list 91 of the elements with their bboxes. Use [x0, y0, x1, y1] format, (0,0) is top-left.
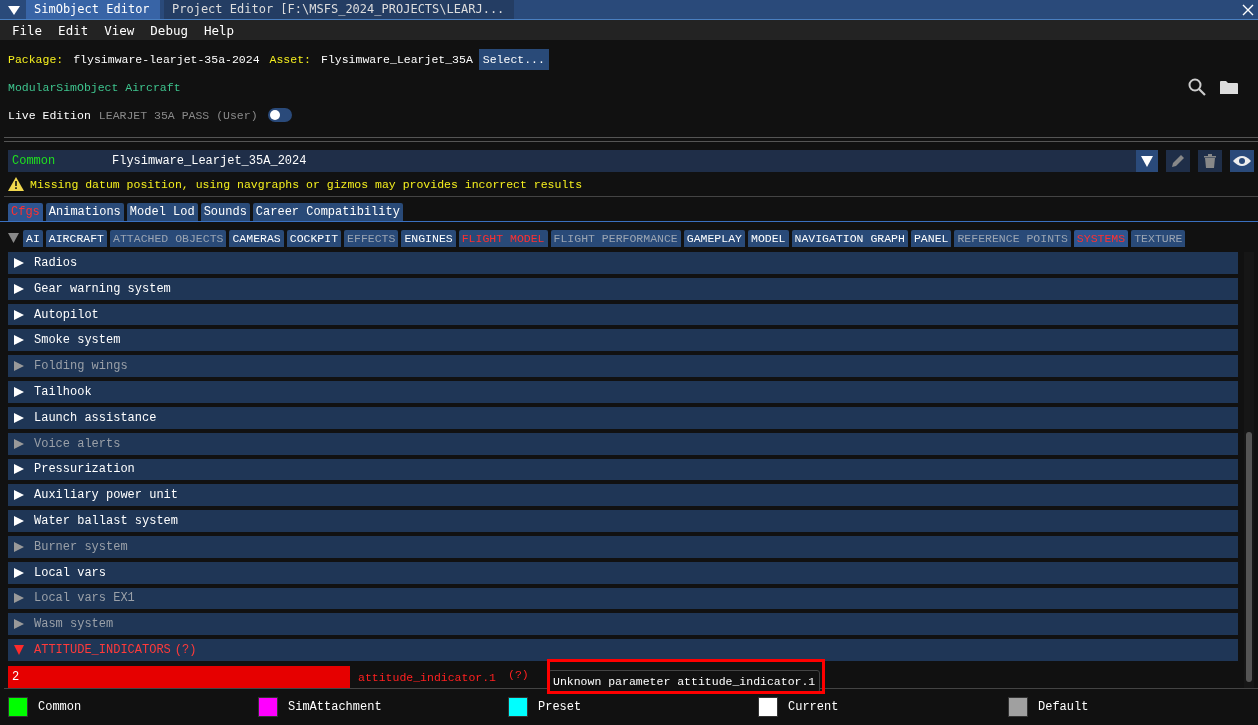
object-class: ModularSimObject Aircraft [8, 80, 181, 94]
section-header[interactable]: Local vars [8, 561, 1238, 584]
package-label: Package: [8, 52, 64, 66]
asset-name: Flysimware_Learjet_35A [321, 52, 473, 66]
play-icon [14, 438, 24, 449]
tab[interactable]: AI [23, 229, 43, 247]
legend-label: Preset [538, 700, 582, 714]
menu-item[interactable]: Help [195, 22, 243, 38]
window-tab[interactable]: SimObject Editor [26, 0, 160, 19]
menu-item[interactable]: Edit [50, 22, 97, 38]
section-header[interactable]: Folding wings [8, 355, 1238, 378]
tab[interactable]: ENGINES [401, 229, 456, 247]
asset-label: Asset: [269, 52, 311, 66]
tab[interactable]: REFERENCE POINTS [954, 229, 1071, 247]
section-header[interactable]: Local vars EX1 [8, 587, 1238, 610]
play-icon [14, 283, 24, 294]
play-icon [14, 361, 24, 372]
toggle-switch[interactable] [267, 108, 292, 122]
tab[interactable]: COCKPIT [286, 229, 342, 247]
section-header[interactable]: Smoke system [8, 329, 1238, 352]
play-icon [14, 257, 24, 268]
section-header[interactable]: Launch assistance [8, 406, 1238, 429]
menu-item[interactable]: Debug [142, 22, 196, 38]
tab[interactable]: CAMERAS [229, 229, 284, 247]
section-header[interactable]: Tailhook [8, 381, 1238, 403]
play-icon [14, 490, 24, 501]
play-icon [14, 541, 24, 552]
eye-icon [1233, 155, 1251, 167]
live-edition-label: Live Edition [8, 108, 91, 122]
layer-dropdown[interactable]: Common Flysimware_Learjet_35A_2024 [8, 150, 1158, 172]
legend-label: Common [38, 700, 82, 714]
tooltip: Unknown parameter attitude_indicator.1 [548, 670, 821, 693]
close-icon [1242, 3, 1254, 16]
search-icon [1188, 78, 1206, 96]
tab[interactable]: EFFECTS [344, 229, 399, 247]
tab[interactable]: TEXTURE [1131, 229, 1186, 247]
tab[interactable]: Sounds [200, 203, 250, 221]
trash-icon [1204, 154, 1216, 168]
folder-icon [1220, 79, 1238, 95]
package-name: flysimware-learjet-35a-2024 [73, 52, 260, 66]
caret-icon [14, 645, 24, 656]
section-header[interactable]: Radios [8, 252, 1238, 274]
legend-label: Current [788, 700, 839, 714]
section-header[interactable]: Auxiliary power unit [8, 484, 1238, 507]
visibility-button[interactable] [1230, 150, 1254, 172]
tab[interactable]: GAMEPLAY [683, 229, 745, 247]
value-field[interactable]: 2 [8, 666, 350, 688]
section-header[interactable]: Pressurization [8, 458, 1238, 481]
section-header[interactable]: Water ballast system [8, 510, 1238, 532]
play-icon [14, 335, 24, 346]
menu-item[interactable]: View [96, 22, 143, 38]
tab[interactable]: NAVIGATION GRAPH [791, 229, 908, 247]
menu-item[interactable]: File [4, 22, 51, 38]
play-icon [14, 567, 24, 578]
caret-icon [1141, 155, 1153, 167]
tab[interactable]: ATTACHED OBJECTS [110, 229, 227, 247]
tab[interactable]: Animations [45, 203, 124, 221]
window-tab[interactable]: Project Editor [F:\MSFS_2024_PROJECTS\LEARJ... [164, 0, 515, 19]
warning-icon [8, 177, 24, 191]
preset-name: LEARJET 35A PASS (User) [98, 108, 258, 122]
select-button[interactable]: Select... [478, 48, 549, 70]
caret-icon [8, 233, 19, 243]
tab[interactable]: PANEL [910, 229, 952, 247]
play-icon [14, 619, 24, 630]
section-header[interactable]: Wasm system [8, 613, 1238, 636]
section-header[interactable]: Autopilot [8, 303, 1238, 326]
play-icon [14, 593, 24, 604]
section-header[interactable]: Gear warning system [8, 277, 1238, 300]
parameter-name: attitude_indicator.1 [358, 670, 497, 684]
scrollbar-thumb[interactable] [1246, 432, 1252, 682]
tab[interactable]: FLIGHT PERFORMANCE [550, 229, 681, 247]
pencil-icon [1171, 154, 1185, 168]
warning-message: Missing datum position, using navgraphs or gizmos may provides incorrect results [30, 177, 583, 191]
play-icon [14, 309, 24, 320]
edit-button[interactable] [1166, 150, 1190, 172]
play-icon [14, 464, 24, 475]
tab[interactable]: Career Compatibility [252, 203, 403, 221]
tab[interactable]: Model Lod [126, 203, 198, 221]
caret-icon [8, 4, 20, 15]
tab[interactable]: MODEL [748, 229, 789, 247]
tab[interactable]: AIRCRAFT [45, 229, 108, 247]
section-header[interactable]: Burner system [8, 535, 1238, 558]
play-icon [14, 412, 24, 423]
play-icon [14, 516, 24, 527]
scrollbar[interactable] [1244, 252, 1254, 688]
section-header[interactable]: Voice alerts [8, 432, 1238, 455]
legend-label: Default [1038, 700, 1089, 714]
legend-label: SimAttachment [288, 700, 382, 714]
help-marker[interactable]: (?) [508, 667, 529, 681]
play-icon [14, 386, 24, 397]
delete-button[interactable] [1198, 150, 1222, 172]
